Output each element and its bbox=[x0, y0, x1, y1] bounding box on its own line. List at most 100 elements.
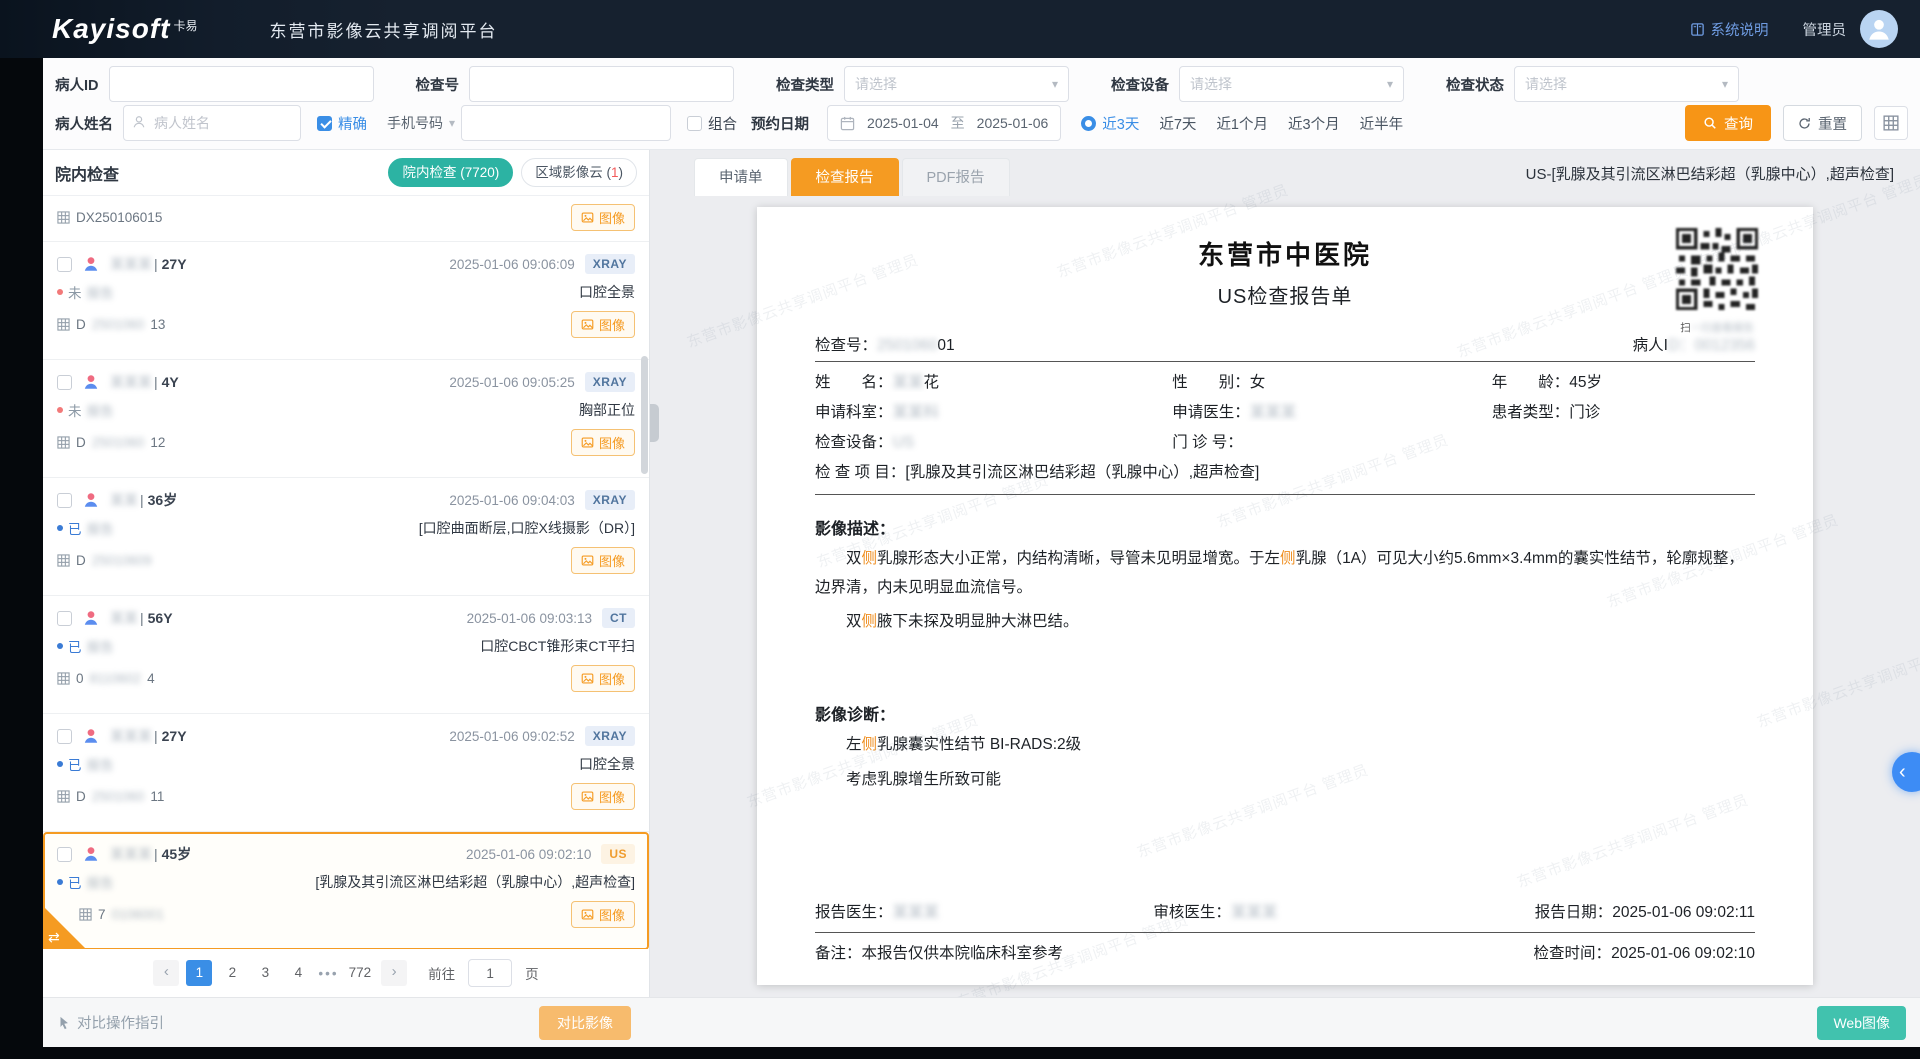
tab-application-form[interactable]: 申请单 bbox=[694, 158, 788, 196]
exam-no-input[interactable] bbox=[469, 66, 734, 102]
tab-exam-report[interactable]: 检查报告 bbox=[791, 158, 899, 196]
patient-name-input[interactable] bbox=[123, 105, 301, 141]
exam-card[interactable]: 某某某 | 27Y 2025-01-06 09:06:09 XRAY 未报告 口… bbox=[43, 242, 649, 360]
phone-input[interactable] bbox=[461, 105, 671, 141]
page-ellipsis[interactable]: ••• bbox=[318, 966, 338, 981]
status-text: 已 bbox=[68, 518, 82, 538]
status-redacted: 报告 bbox=[87, 518, 114, 538]
exam-list-panel: 院内检查 院内检查 (7720) 区域影像云 (1) DX250106015 bbox=[43, 150, 650, 997]
tab-region-cloud[interactable]: 区域影像云 (1) bbox=[521, 158, 637, 187]
accession-text: DX250106015 bbox=[76, 210, 162, 225]
field-device: 检查设备：US bbox=[815, 430, 1172, 452]
exam-checkbox[interactable] bbox=[57, 257, 72, 272]
next-page-button[interactable]: › bbox=[381, 960, 407, 986]
system-help-label: 系统说明 bbox=[1711, 19, 1769, 40]
date-range-picker[interactable]: 2025-01-04 至 2025-01-06 bbox=[827, 105, 1061, 141]
patient-age: 4Y bbox=[162, 374, 179, 390]
reset-button[interactable]: 重置 bbox=[1783, 105, 1862, 141]
range-option-6m[interactable]: 近半年 bbox=[1360, 113, 1404, 134]
range-option-7d[interactable]: 近7天 bbox=[1159, 113, 1196, 134]
phone-field-select[interactable]: 手机号码 ▾ bbox=[381, 105, 461, 141]
user-name[interactable]: 管理员 bbox=[1803, 19, 1847, 40]
exam-card-selected[interactable]: 某某某 | 45岁 2025-01-06 09:02:10 US 已报告 [乳腺… bbox=[43, 832, 649, 949]
status-dot bbox=[57, 407, 63, 413]
image-icon bbox=[581, 436, 594, 449]
exam-checkbox[interactable] bbox=[57, 847, 72, 862]
image-button[interactable]: 图像 bbox=[571, 311, 635, 338]
exam-time: 2025-01-06 09:04:03 bbox=[449, 493, 574, 508]
report-footer: 报告医生：某某某 审核医生：某某某 报告日期：2025-01-06 09:02:… bbox=[815, 900, 1755, 967]
combo-checkbox[interactable] bbox=[687, 116, 702, 131]
exam-description: 口腔全景 bbox=[579, 282, 635, 302]
accession-number: D250106011 bbox=[57, 789, 164, 804]
prev-page-button[interactable]: ‹ bbox=[153, 960, 179, 986]
page-button-3[interactable]: 3 bbox=[252, 960, 278, 986]
compare-guide-label: 对比操作指引 bbox=[77, 1012, 164, 1033]
goto-unit-label: 页 bbox=[525, 963, 539, 983]
accession-number: 081106024 bbox=[57, 671, 155, 686]
accession-suffix: 12 bbox=[150, 435, 165, 450]
chevron-down-icon: ▾ bbox=[1387, 77, 1393, 91]
avatar[interactable] bbox=[1860, 10, 1898, 48]
page-button-2[interactable]: 2 bbox=[219, 960, 245, 986]
image-button[interactable]: 图像 bbox=[571, 547, 635, 574]
exam-type-select[interactable]: 请选择 ▾ bbox=[844, 66, 1069, 102]
exact-checkbox[interactable] bbox=[317, 116, 332, 131]
exam-list: DX250106015 图像 某某某 bbox=[43, 196, 649, 949]
logo-subtext: 卡易 bbox=[173, 17, 197, 34]
patient-avatar-icon bbox=[80, 489, 102, 511]
image-button[interactable]: 图像 bbox=[571, 429, 635, 456]
patient-name-redacted: 某某某 bbox=[110, 256, 152, 272]
exam-no-suffix: 01 bbox=[937, 337, 954, 354]
web-image-button[interactable]: Web图像 bbox=[1817, 1006, 1906, 1040]
header-actions: 系统说明 管理员 bbox=[1690, 10, 1899, 48]
goto-page-input[interactable] bbox=[468, 959, 512, 987]
modality-badge: US bbox=[601, 844, 635, 864]
page-button-4[interactable]: 4 bbox=[285, 960, 311, 986]
modality-badge: XRAY bbox=[585, 372, 635, 392]
image-button[interactable]: 图像 bbox=[571, 204, 635, 231]
exam-card[interactable]: 某某某 | 4Y 2025-01-06 09:05:25 XRAY 未报告 胸部… bbox=[43, 360, 649, 478]
image-button[interactable]: 图像 bbox=[571, 901, 635, 928]
qr-caption-redacted: 一扫查看报告 bbox=[1691, 322, 1754, 334]
combo-label: 组合 bbox=[708, 113, 737, 134]
exam-card[interactable]: 某某某 | 27Y 2025-01-06 09:02:52 XRAY 已报告 口… bbox=[43, 714, 649, 832]
patient-avatar-icon bbox=[80, 725, 102, 747]
page-button-last[interactable]: 772 bbox=[346, 960, 375, 986]
report-note: 备注：本报告仅供本院临床科室参考 bbox=[815, 941, 1063, 963]
panel-drag-handle[interactable] bbox=[650, 404, 659, 442]
status-select[interactable]: 请选择 ▾ bbox=[1514, 66, 1739, 102]
compare-guide-link[interactable]: 对比操作指引 bbox=[57, 1012, 164, 1033]
report-title: US检查报告单 bbox=[815, 280, 1755, 309]
exam-card[interactable]: 某某 | 56Y 2025-01-06 09:03:13 CT 已报告 口腔CB… bbox=[43, 596, 649, 714]
search-button[interactable]: 查询 bbox=[1685, 105, 1771, 141]
exam-card[interactable]: 某某 | 36岁 2025-01-06 09:04:03 XRAY 已报告 [口… bbox=[43, 478, 649, 596]
system-help-link[interactable]: 系统说明 bbox=[1690, 19, 1769, 40]
patient-id-input[interactable] bbox=[109, 66, 374, 102]
report-date: 报告日期：2025-01-06 09:02:11 bbox=[1473, 900, 1755, 922]
exam-checkbox[interactable] bbox=[57, 493, 72, 508]
exam-checkbox[interactable] bbox=[57, 729, 72, 744]
device-select[interactable]: 请选择 ▾ bbox=[1179, 66, 1404, 102]
range-option-3m[interactable]: 近3个月 bbox=[1288, 113, 1340, 134]
patient-name-red acted: 某某某 bbox=[110, 728, 152, 744]
accession-number: D250106012 bbox=[57, 435, 165, 450]
exam-card-partial[interactable]: DX250106015 图像 bbox=[43, 196, 649, 242]
layout-toggle-button[interactable] bbox=[1874, 106, 1908, 140]
status-redacted: 报告 bbox=[87, 400, 114, 420]
image-button[interactable]: 图像 bbox=[571, 783, 635, 810]
search-label: 查询 bbox=[1724, 113, 1753, 134]
list-scrollbar-thumb[interactable] bbox=[641, 356, 648, 474]
page-button-1[interactable]: 1 bbox=[186, 960, 212, 986]
chevron-down-icon: ▾ bbox=[1052, 77, 1058, 91]
range-option-1m[interactable]: 近1个月 bbox=[1216, 113, 1268, 134]
person-icon bbox=[132, 115, 146, 129]
report-status: 已报告 bbox=[57, 636, 114, 656]
tab-hospital-exams[interactable]: 院内检查 (7720) bbox=[388, 158, 513, 187]
image-button[interactable]: 图像 bbox=[571, 665, 635, 692]
exam-checkbox[interactable] bbox=[57, 611, 72, 626]
compare-images-button[interactable]: 对比影像 bbox=[539, 1006, 631, 1040]
range-option-3d[interactable]: 近3天 bbox=[1081, 113, 1139, 134]
exam-checkbox[interactable] bbox=[57, 375, 72, 390]
tab-pdf-report[interactable]: PDF报告 bbox=[902, 158, 1010, 196]
